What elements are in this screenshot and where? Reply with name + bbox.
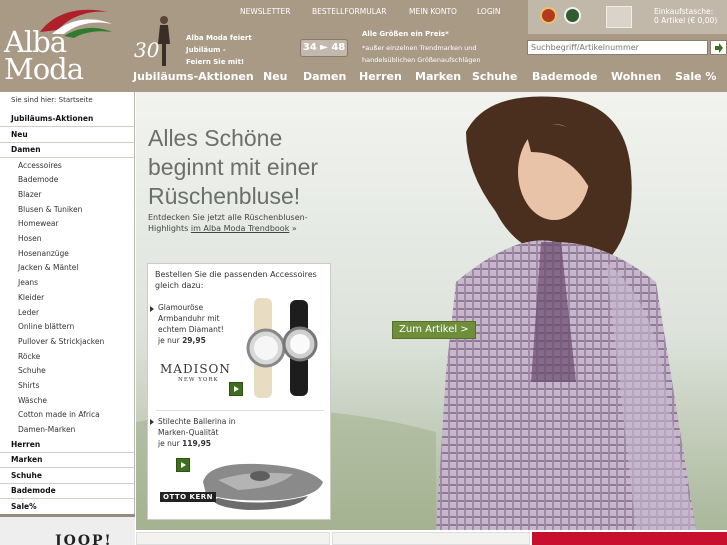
all-sizes-teaser[interactable]: 34 ► 48 Alle Größen ein Preis* *außer ei… xyxy=(300,30,500,70)
bottom-banner-3[interactable] xyxy=(532,532,727,545)
woman-figure-icon xyxy=(158,16,170,66)
product-watch-price-prefix: je nur xyxy=(158,336,180,345)
sidebar-item-blusen-tuniken[interactable]: Blusen & Tuniken xyxy=(0,202,135,217)
main-nav: Jubiläums-Aktionen Neu Damen Herren Mark… xyxy=(0,70,727,86)
main-nav-damen[interactable]: Damen xyxy=(303,70,346,83)
sidebar-item-online-blättern[interactable]: Online blättern xyxy=(0,319,135,334)
main-nav-marken[interactable]: Marken xyxy=(415,70,461,83)
cart-box[interactable]: Einkaufstasche: 0 Artikel (€ 0,00) xyxy=(528,0,727,34)
sidebar-item-jeans[interactable]: Jeans xyxy=(0,275,135,290)
product-watch-price-value: 29,95 xyxy=(182,336,206,345)
product-watch-play-button[interactable] xyxy=(229,382,243,396)
top-nav-mein-konto[interactable]: MEIN KONTO xyxy=(409,7,457,16)
sidebar-item-jacken-mäntel[interactable]: Jacken & Mäntel xyxy=(0,260,135,275)
product-ballerina-price-value: 119,95 xyxy=(182,439,212,448)
madison-brand-sub: NEW YORK xyxy=(178,377,219,383)
hero-headline-line-1: Alles Schöne xyxy=(148,125,283,151)
sidebar-item-röcke[interactable]: Röcke xyxy=(0,349,135,364)
main-nav-schuhe[interactable]: Schuhe xyxy=(472,70,517,83)
sidebar-item-damen[interactable]: Damen xyxy=(0,142,135,157)
main-nav-wohnen[interactable]: Wohnen xyxy=(611,70,661,83)
arrow-right-icon xyxy=(150,419,154,425)
search-input[interactable] xyxy=(527,40,708,55)
breadcrumb: Sie sind hier: Startseite xyxy=(11,96,93,104)
arrow-right-icon xyxy=(150,306,154,312)
site-header: Alba Moda 30 Alba Moda feiert Jubiläum -… xyxy=(0,0,727,92)
sidebar-item-schuhe[interactable]: Schuhe xyxy=(0,363,135,378)
search-arrow-icon xyxy=(715,43,723,53)
sidebar-item-jubiläums-aktionen[interactable]: Jubiläums-Aktionen xyxy=(0,111,135,126)
cart-label: Einkaufstasche: xyxy=(654,7,714,16)
sidebar-item-bademode[interactable]: Bademode xyxy=(0,172,135,187)
bottom-banner-1[interactable] xyxy=(136,532,330,545)
hero-subtext-suffix: » xyxy=(289,224,297,233)
sidebar-item-hosen[interactable]: Hosen xyxy=(0,231,135,246)
sidebar-item-neu[interactable]: Neu xyxy=(0,127,135,142)
product-ballerina-price: je nur 119,95 xyxy=(158,438,248,449)
sidebar-item-wäsche[interactable]: Wäsche xyxy=(0,393,135,408)
sidebar-item-cotton-made-in-africa[interactable]: Cotton made in Africa xyxy=(0,407,135,422)
promo-brand-text: JOOP! xyxy=(55,533,113,545)
sizes-title: Alle Größen ein Preis* xyxy=(362,30,449,38)
sidebar-item-pullover-strickjacken[interactable]: Pullover & Strickjacken xyxy=(0,334,135,349)
top-nav-login[interactable]: LOGIN xyxy=(477,7,500,16)
sidebar-item-shirts[interactable]: Shirts xyxy=(0,378,135,393)
search-button[interactable] xyxy=(710,40,727,55)
watch-image[interactable] xyxy=(244,298,328,398)
sidebar-item-sale[interactable]: Sale% xyxy=(0,499,135,514)
bottom-banners xyxy=(136,530,727,545)
breadcrumb-current[interactable]: Startseite xyxy=(59,96,93,104)
trusted-seal-icon xyxy=(540,7,557,24)
main-nav-neu[interactable]: Neu xyxy=(263,70,288,83)
accessories-divider xyxy=(156,410,324,411)
page-root: Alba Moda 30 Alba Moda feiert Jubiläum -… xyxy=(0,0,727,545)
brand-promo-banner[interactable]: JOOP! xyxy=(0,514,135,545)
jubilee-text: Alba Moda feiert Jubiläum - Feiern Sie m… xyxy=(186,34,252,66)
size-range-badge: 34 ► 48 xyxy=(300,39,348,57)
top-nav-newsletter[interactable]: NEWSLETTER xyxy=(240,7,290,16)
sidebar-item-accessoires[interactable]: Accessoires xyxy=(0,158,135,173)
main-nav-herren[interactable]: Herren xyxy=(359,70,402,83)
product-ballerina-play-button[interactable] xyxy=(176,458,190,472)
main-nav-sale[interactable]: Sale % xyxy=(675,70,716,83)
sidebar-item-damen-marken[interactable]: Damen-Marken xyxy=(0,422,135,437)
sidebar-item-herren[interactable]: Herren xyxy=(0,437,135,452)
sidebar-item-hosenanzüge[interactable]: Hosenanzüge xyxy=(0,246,135,261)
product-ballerina-info[interactable]: Stilechte Ballerina in Marken-Qualität j… xyxy=(158,416,248,449)
hero-headline-line-2: beginnt mit einer xyxy=(148,154,319,180)
accessories-title: Bestellen Sie die passenden Accessoires … xyxy=(155,270,317,290)
sidebar-item-leder[interactable]: Leder xyxy=(0,305,135,320)
top-nav-bestellformular[interactable]: BESTELLFORMULAR xyxy=(312,7,386,16)
sizes-note: *außer einzelnen Trendmarken und handels… xyxy=(362,44,481,64)
cart-summary: 0 Artikel (€ 0,00) xyxy=(654,16,718,25)
breadcrumb-prefix: Sie sind hier: xyxy=(11,96,57,104)
hero-headline-line-3: Rüschenbluse! xyxy=(148,183,301,209)
hero-headline: Alles Schöne beginnt mit einer Rüschenbl… xyxy=(148,124,318,211)
product-watch-info[interactable]: Glamouröse Armbanduhr mit echtem Diamant… xyxy=(158,302,248,346)
product-ballerina-desc: Stilechte Ballerina in Marken-Qualität xyxy=(158,417,236,437)
sidebar-item-blazer[interactable]: Blazer xyxy=(0,187,135,202)
sidebar: Sie sind hier: Startseite Jubiläums-Akti… xyxy=(0,92,135,545)
shopping-bag-icon xyxy=(606,6,632,28)
jubilee-teaser[interactable]: 30 Alba Moda feiert Jubiläum - Feiern Si… xyxy=(132,12,252,67)
product-watch-price: je nur 29,95 xyxy=(158,335,248,346)
sidebar-item-schuhe[interactable]: Schuhe xyxy=(0,468,135,483)
madison-brand-logo: MADISON xyxy=(160,362,231,376)
hero-subtext: Entdecken Sie jetzt alle Rüschenblusen-H… xyxy=(148,212,328,234)
sidebar-item-bademode[interactable]: Bademode xyxy=(0,483,135,498)
product-watch-desc: Glamouröse Armbanduhr mit echtem Diamant… xyxy=(158,303,224,334)
product-ballerina-price-prefix: je nur xyxy=(158,439,180,448)
to-article-button[interactable]: Zum Artikel > xyxy=(392,321,476,339)
otto-kern-brand-logo: OTTO KERN xyxy=(160,492,217,502)
main-nav-jubilaeums-aktionen[interactable]: Jubiläums-Aktionen xyxy=(133,70,254,83)
sidebar-item-kleider[interactable]: Kleider xyxy=(0,290,135,305)
trendbook-link[interactable]: im Alba Moda Trendbook xyxy=(191,224,290,233)
sidebar-item-homewear[interactable]: Homewear xyxy=(0,216,135,231)
quality-seal-icon xyxy=(564,7,581,24)
sidebar-item-marken[interactable]: Marken xyxy=(0,452,135,467)
main-nav-bademode[interactable]: Bademode xyxy=(532,70,598,83)
ballerina-shoe-image[interactable] xyxy=(198,452,328,512)
bottom-banner-2[interactable] xyxy=(332,532,530,545)
accessories-box: Bestellen Sie die passenden Accessoires … xyxy=(147,263,331,520)
